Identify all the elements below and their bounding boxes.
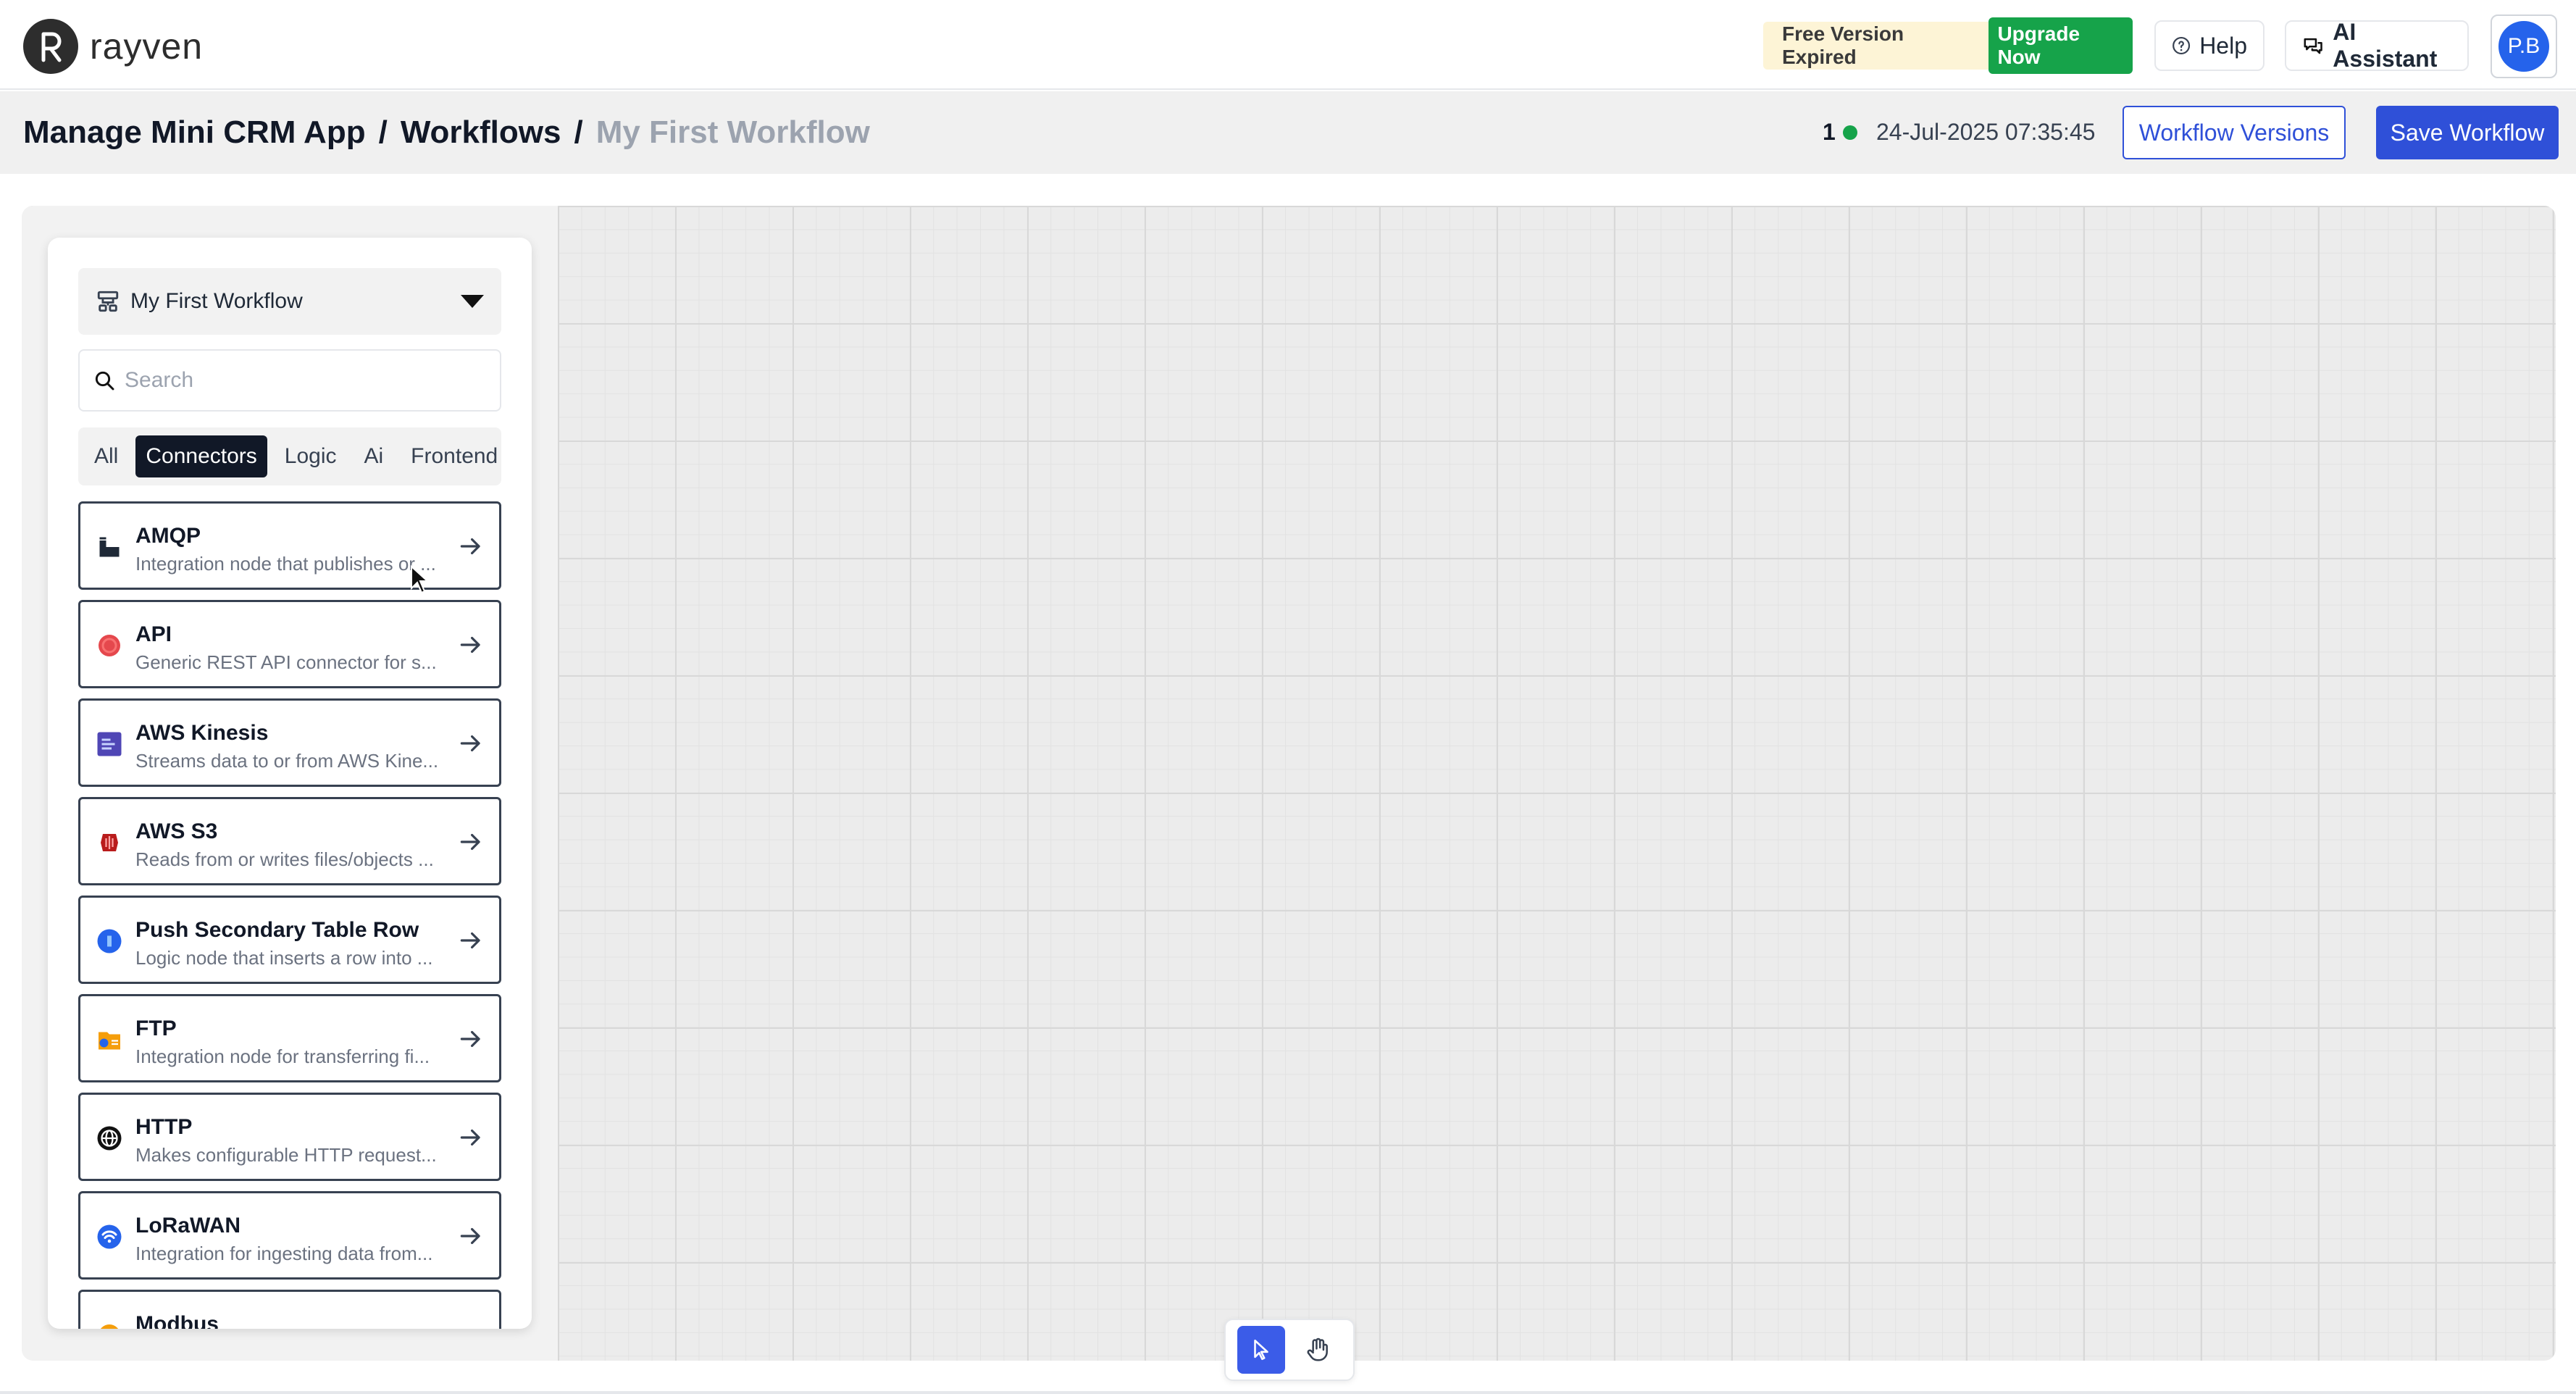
node-item-ftp[interactable]: FTP Integration node for transferring fi… xyxy=(78,994,501,1082)
node-title: AWS S3 xyxy=(135,819,218,843)
node-title: AMQP xyxy=(135,524,201,548)
rayven-logo-icon xyxy=(23,19,78,74)
status-count: 1 xyxy=(1823,119,1836,145)
aws-kinesis-icon xyxy=(97,732,122,756)
search-icon xyxy=(95,371,114,391)
arrow-right-icon xyxy=(460,636,480,654)
node-item-amqp[interactable]: AMQP Integration node that publishes or … xyxy=(78,501,501,590)
arrow-right-icon xyxy=(460,1129,480,1146)
category-tabs: All Connectors Logic Ai Frontend xyxy=(78,427,501,485)
workflow-select[interactable]: My First Workflow xyxy=(78,268,501,335)
node-description: Makes configurable HTTP request... xyxy=(135,1144,437,1166)
workflow-versions-button[interactable]: Workflow Versions xyxy=(2123,106,2346,159)
app-name: rayven xyxy=(90,26,204,67)
free-version-banner: Free Version Expired Upgrade Now xyxy=(1763,17,2133,74)
node-item-aws-s3[interactable]: AWS S3 Reads from or writes files/object… xyxy=(78,797,501,885)
help-icon xyxy=(2173,36,2191,55)
arrow-right-icon xyxy=(460,1030,480,1048)
ftp-icon xyxy=(99,1032,120,1050)
node-title: LoRaWAN xyxy=(135,1214,241,1238)
node-item-aws-kinesis[interactable]: AWS Kinesis Streams data to or from AWS … xyxy=(78,698,501,787)
pointer-icon xyxy=(1254,1339,1268,1361)
breadcrumb-separator: / xyxy=(574,114,583,150)
upgrade-now-button[interactable]: Upgrade Now xyxy=(1989,17,2133,74)
workflow-icon xyxy=(97,291,119,312)
tab-all[interactable]: All xyxy=(84,435,128,477)
tab-ai[interactable]: Ai xyxy=(354,435,393,477)
arrow-right-icon xyxy=(460,833,480,851)
api-icon xyxy=(99,635,120,656)
node-description: Generic REST API connector for s... xyxy=(135,651,437,673)
help-label: Help xyxy=(2199,32,2247,59)
node-title: API xyxy=(135,622,172,646)
chat-icon xyxy=(2304,38,2322,54)
page-header: Manage Mini CRM App / Workflows / My Fir… xyxy=(0,91,2576,174)
node-item-api[interactable]: API Generic REST API connector for s... xyxy=(78,600,501,688)
node-title: FTP xyxy=(135,1017,177,1040)
breadcrumb-current: My First Workflow xyxy=(595,114,870,150)
modbus-icon xyxy=(101,1324,118,1329)
node-title: AWS Kinesis xyxy=(135,721,269,745)
workflow-select-value: My First Workflow xyxy=(130,289,303,313)
last-saved-timestamp: 24-Jul-2025 07:35:45 xyxy=(1876,119,2096,145)
arrow-right-icon xyxy=(460,735,480,752)
canvas-toolbar xyxy=(1224,1319,1355,1381)
node-description: Integration node that publishes or ... xyxy=(135,553,436,575)
mouse-cursor-icon xyxy=(411,565,429,594)
search-input[interactable] xyxy=(125,368,472,393)
tab-frontend[interactable]: Frontend xyxy=(401,435,508,477)
node-title: Modbus xyxy=(135,1312,219,1329)
status-dot xyxy=(1842,125,1857,140)
avatar: P.B xyxy=(2498,21,2549,72)
node-item-lorawan[interactable]: LoRaWAN Integration for ingesting data f… xyxy=(78,1191,501,1280)
search-box xyxy=(78,349,501,412)
node-item-http[interactable]: HTTP Makes configurable HTTP request... xyxy=(78,1093,501,1181)
node-description: Streams data to or from AWS Kine... xyxy=(135,750,439,772)
tab-connectors[interactable]: Connectors xyxy=(135,435,267,477)
breadcrumb-workflows[interactable]: Workflows xyxy=(401,114,561,151)
help-button[interactable]: Help xyxy=(2154,20,2265,71)
lorawan-icon xyxy=(97,1224,122,1249)
amqp-icon xyxy=(99,536,120,558)
pan-tool-button[interactable] xyxy=(1294,1326,1342,1374)
node-item-modbus[interactable]: Modbus xyxy=(78,1290,501,1329)
node-library-panel: My First Workflow All Connectors Logic A… xyxy=(48,238,532,1329)
select-tool-button[interactable] xyxy=(1237,1326,1285,1374)
table-row-icon xyxy=(97,929,122,953)
breadcrumb-app[interactable]: Manage Mini CRM App xyxy=(23,114,366,151)
breadcrumb-separator: / xyxy=(378,114,388,150)
footer-divider xyxy=(0,1391,2576,1394)
node-description: Integration node for transferring fi... xyxy=(135,1046,430,1067)
node-description: Logic node that inserts a row into ... xyxy=(135,947,433,969)
breadcrumb: Manage Mini CRM App / Workflows / My Fir… xyxy=(23,114,870,151)
save-workflow-button[interactable]: Save Workflow xyxy=(2376,106,2559,159)
banner-text: Free Version Expired xyxy=(1782,22,1904,68)
user-menu[interactable]: P.B xyxy=(2491,14,2557,78)
chevron-down-icon xyxy=(461,295,484,308)
node-description: Reads from or writes files/objects ... xyxy=(135,848,434,870)
node-title: HTTP xyxy=(135,1115,193,1139)
top-bar: rayven Free Version Expired Upgrade Now … xyxy=(0,0,2576,90)
node-description: Integration for ingesting data from... xyxy=(135,1243,433,1264)
ai-assistant-button[interactable]: AI Assistant xyxy=(2285,19,2469,72)
http-icon xyxy=(97,1126,122,1151)
node-item-push-secondary-table-row[interactable]: Push Secondary Table Row Logic node that… xyxy=(78,896,501,984)
arrow-right-icon xyxy=(460,932,480,949)
hand-icon xyxy=(1307,1337,1328,1361)
app-logo[interactable]: rayven xyxy=(23,19,203,74)
node-list: AMQP Integration node that publishes or … xyxy=(78,501,501,1329)
arrow-right-icon xyxy=(460,1227,480,1245)
status-indicator: 1 xyxy=(1823,119,1857,146)
tab-logic[interactable]: Logic xyxy=(275,435,347,477)
arrow-right-icon xyxy=(460,538,480,555)
node-title: Push Secondary Table Row xyxy=(135,918,419,942)
ai-assistant-label: AI Assistant xyxy=(2333,19,2438,72)
aws-s3-icon xyxy=(101,834,118,851)
